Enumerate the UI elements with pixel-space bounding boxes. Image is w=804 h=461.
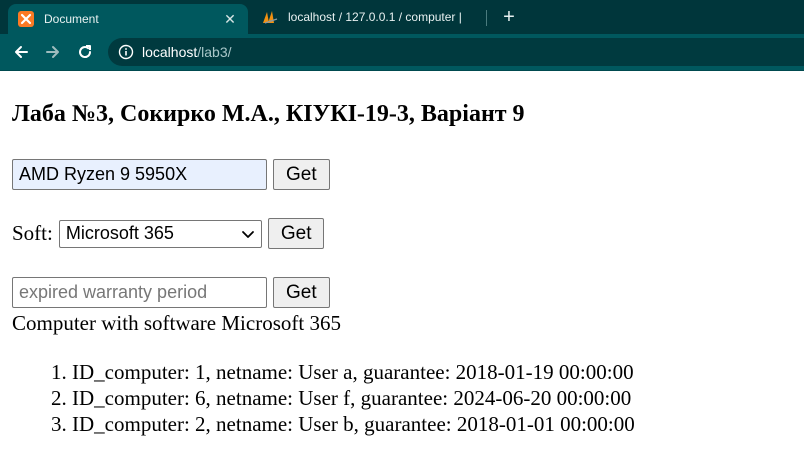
url-host: localhost [142,44,198,60]
xampp-favicon-icon [18,11,34,27]
address-bar[interactable]: localhost/lab3/ [108,38,804,66]
soft-get-button[interactable]: Get [267,218,325,249]
tab-phpmyadmin[interactable]: localhost / 127.0.0.1 / computer | [252,0,482,34]
reload-icon[interactable] [74,41,96,63]
warranty-get-button[interactable]: Get [273,277,330,308]
result-title: Computer with software Microsoft 365 [12,311,341,335]
warranty-form: Get [12,277,330,308]
forward-icon[interactable] [42,41,64,63]
list-item: ID_computer: 1, netname: User a, guarant… [72,359,635,385]
result-list: ID_computer: 1, netname: User a, guarant… [0,359,635,437]
soft-select-value: Microsoft 365 [65,223,174,243]
new-tab-icon[interactable]: + [498,6,520,28]
tab-close-icon[interactable]: ✕ [222,11,238,28]
soft-label: Soft: [12,221,53,245]
url-path: /lab3/ [197,44,232,60]
list-item: ID_computer: 2, netname: User b, guarant… [72,411,635,437]
page-title: Лаба №3, Сокирко М.А., КІУКІ-19-3, Варіа… [12,101,525,127]
chevron-down-icon [241,230,254,238]
browser-tab-bar: Document ✕ localhost / 127.0.0.1 / compu… [0,0,804,34]
list-item: ID_computer: 6, netname: User f, guarant… [72,385,635,411]
site-info-icon[interactable] [118,44,134,60]
phpmyadmin-favicon-icon [263,11,278,24]
soft-form: Soft: Microsoft 365 Get [12,218,325,249]
cpu-get-button[interactable]: Get [273,159,330,190]
tab-title: localhost / 127.0.0.1 / computer | [288,10,462,24]
soft-select[interactable]: Microsoft 365 [58,219,262,248]
back-icon[interactable] [10,41,32,63]
tab-title: Document [44,12,99,26]
cpu-form: Get [12,159,330,190]
cpu-input[interactable] [12,159,267,190]
tab-document[interactable]: Document ✕ [8,4,248,34]
warranty-input[interactable] [12,277,267,308]
tab-separator [486,10,487,26]
page-content: Лаба №3, Сокирко М.А., КІУКІ-19-3, Варіа… [0,71,804,461]
